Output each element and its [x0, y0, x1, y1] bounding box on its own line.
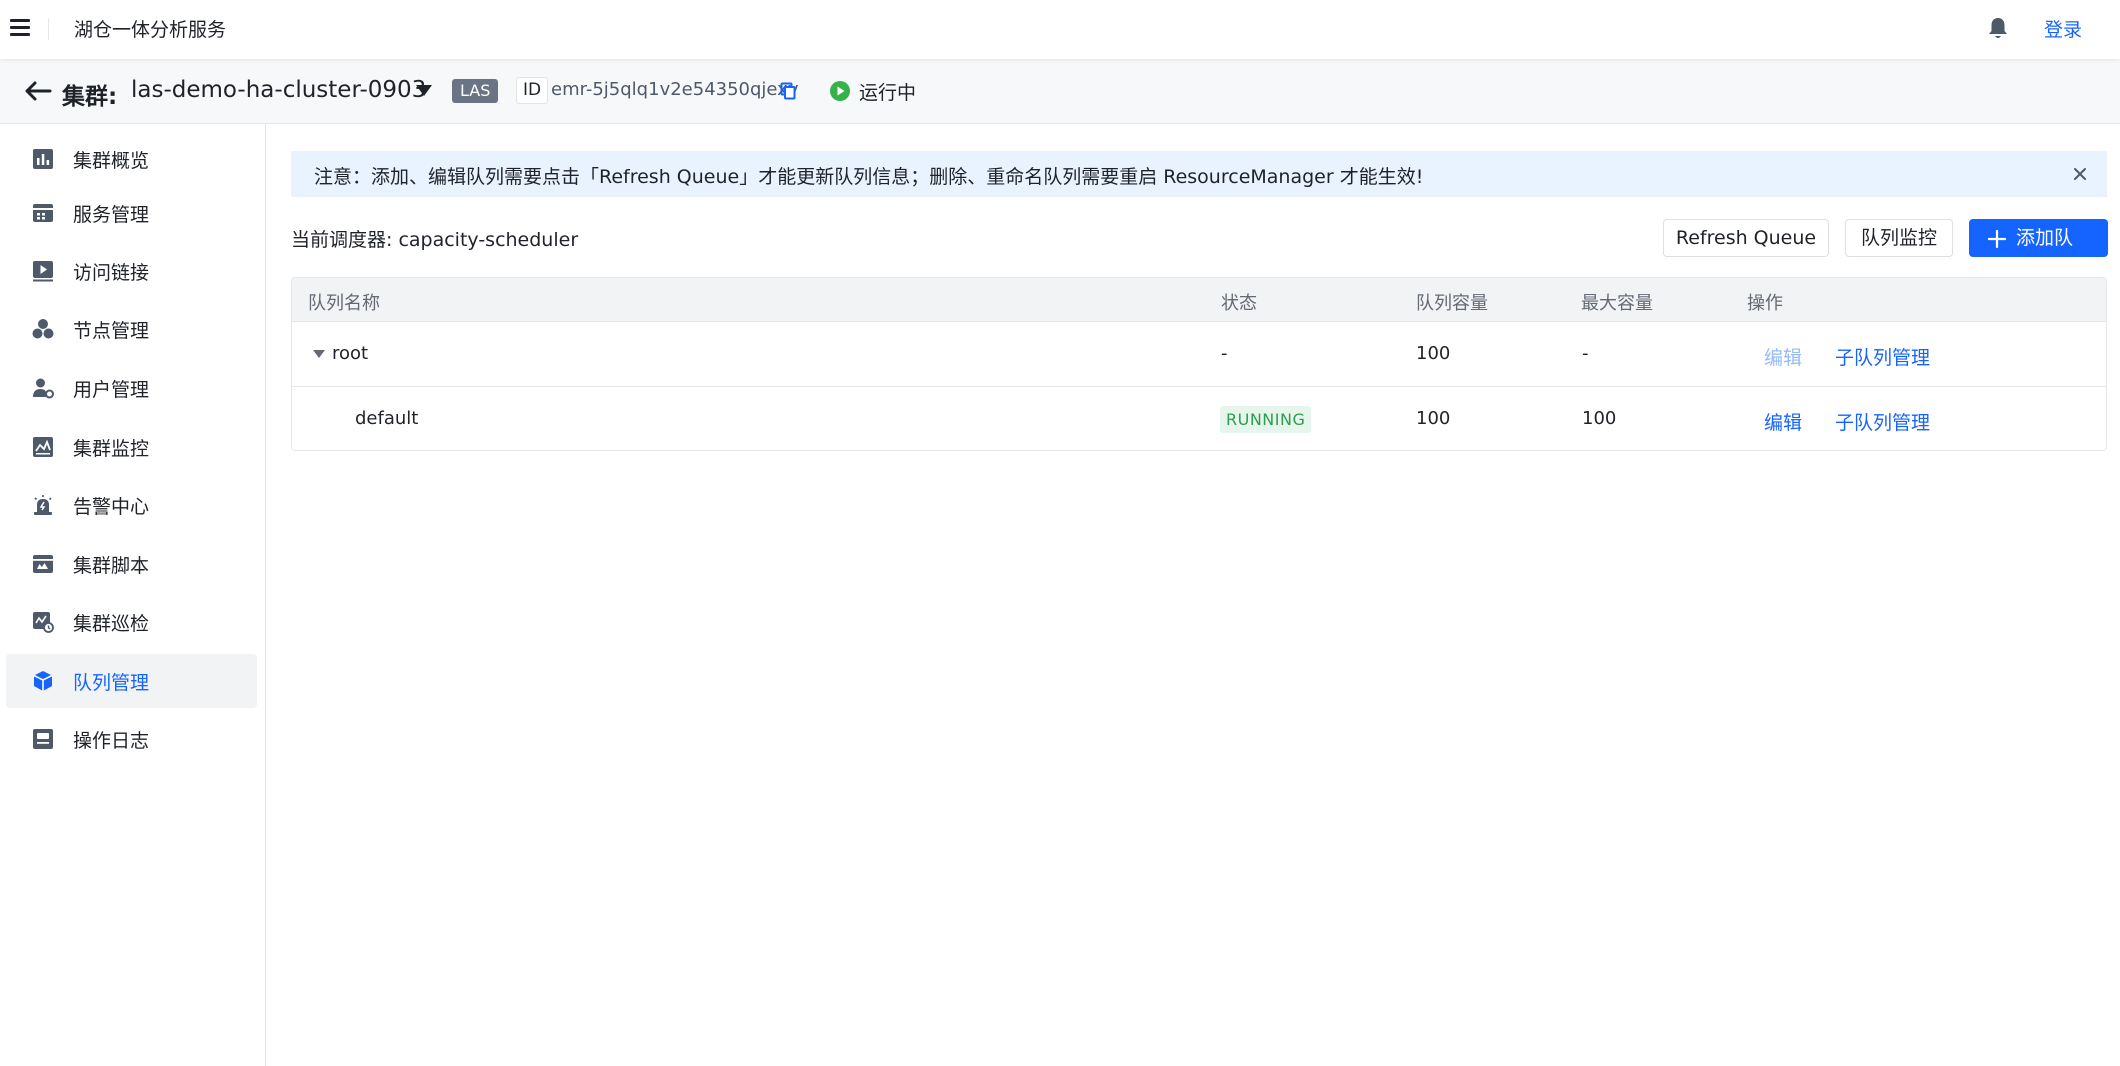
notice-text: 注意：添加、编辑队列需要点击「Refresh Queue」才能更新队列信息；删除… — [314, 166, 1424, 188]
cluster-id: emr-5j5qlq1v2e54350qjexv — [551, 79, 799, 100]
sidebar-item-operation-log[interactable]: 操作日志 — [6, 712, 257, 766]
bell-icon[interactable] — [1987, 16, 2009, 40]
sidebar-item-services[interactable]: 服务管理 — [6, 186, 257, 240]
cluster-dropdown-icon[interactable] — [416, 85, 432, 96]
edit-link: 编辑 — [1764, 347, 1803, 369]
script-icon — [33, 555, 53, 573]
user-gear-icon — [33, 378, 54, 399]
subqueue-manage-link[interactable]: 子队列管理 — [1835, 408, 1930, 435]
sidebar-item-label: 集群脚本 — [73, 555, 150, 577]
table-header: 队列名称 状态 队列容量 最大容量 操作 — [292, 278, 2106, 322]
cluster-status: 运行中 — [859, 82, 917, 104]
status-badge: RUNNING — [1220, 406, 1312, 433]
service-grid-icon — [33, 204, 53, 222]
sidebar-item-scripts[interactable]: 集群脚本 — [6, 537, 257, 591]
top-bar: 湖仓一体分析服务 登录 — [0, 0, 2120, 59]
queue-table: 队列名称 状态 队列容量 最大容量 操作 root - 100 - 编辑 子队列… — [291, 277, 2107, 451]
column-header-capacity: 队列容量 — [1416, 293, 1488, 314]
cluster-label: 集群: — [62, 84, 118, 110]
edit-link[interactable]: 编辑 — [1764, 408, 1802, 435]
bar-chart-icon — [33, 149, 53, 169]
log-icon — [33, 729, 53, 749]
sidebar-item-label: 集群概览 — [73, 150, 150, 172]
login-link[interactable]: 登录 — [2044, 15, 2082, 42]
queue-capacity: 100 — [1416, 343, 1451, 364]
app-title: 湖仓一体分析服务 — [74, 19, 227, 41]
divider — [48, 18, 49, 40]
sidebar-item-access-links[interactable]: 访问链接 — [6, 244, 257, 298]
table-row: default RUNNING 100 100 编辑 子队列管理 — [292, 387, 2106, 450]
column-header-actions: 操作 — [1747, 293, 1783, 314]
queue-name: root — [332, 343, 369, 364]
nodes-icon — [32, 319, 54, 339]
sidebar-item-label: 节点管理 — [73, 320, 150, 342]
sidebar-item-label: 用户管理 — [73, 379, 150, 401]
monitor-chart-icon — [33, 437, 53, 457]
cluster-name: las-demo-ha-cluster-0903 — [131, 77, 427, 103]
sidebar-item-label: 集群巡检 — [73, 613, 150, 635]
menu-icon[interactable] — [10, 19, 30, 36]
plus-icon — [1988, 230, 2006, 248]
sidebar: 集群概览 服务管理 访问链接 节点管理 用户管理 集群监控 告警中心 集群脚本 … — [0, 124, 266, 1066]
close-icon[interactable] — [2071, 165, 2089, 183]
sidebar-item-users[interactable]: 用户管理 — [6, 361, 257, 415]
id-label: ID — [516, 77, 549, 104]
sidebar-item-nodes[interactable]: 节点管理 — [6, 302, 257, 356]
inspection-icon — [33, 612, 54, 633]
sidebar-item-inspection[interactable]: 集群巡检 — [6, 595, 257, 649]
queue-monitor-button[interactable]: 队列监控 — [1845, 219, 1953, 257]
queue-status: - — [1221, 343, 1228, 364]
sidebar-item-label: 队列管理 — [73, 672, 150, 694]
running-status-icon — [830, 81, 850, 101]
table-row: root - 100 - 编辑 子队列管理 — [292, 322, 2106, 387]
play-link-icon — [33, 261, 53, 282]
cluster-type-badge: LAS — [452, 79, 499, 103]
sidebar-item-monitoring[interactable]: 集群监控 — [6, 420, 257, 474]
cube-icon — [33, 671, 53, 691]
queue-capacity: 100 — [1416, 408, 1451, 429]
queue-max-capacity: - — [1582, 343, 1589, 364]
sidebar-item-label: 集群监控 — [73, 438, 150, 460]
sidebar-item-label: 访问链接 — [73, 262, 150, 284]
sidebar-item-label: 服务管理 — [73, 204, 150, 226]
cluster-header: 集群: las-demo-ha-cluster-0903 LAS ID emr-… — [0, 59, 2120, 124]
sidebar-item-label: 操作日志 — [73, 730, 150, 752]
column-header-name: 队列名称 — [308, 293, 380, 314]
queue-max-capacity: 100 — [1582, 408, 1617, 429]
copy-icon[interactable] — [780, 82, 796, 100]
sidebar-item-overview[interactable]: 集群概览 — [6, 132, 257, 186]
subqueue-manage-link[interactable]: 子队列管理 — [1835, 343, 1930, 370]
collapse-toggle-icon[interactable] — [313, 350, 325, 358]
column-header-max-capacity: 最大容量 — [1581, 293, 1653, 314]
sidebar-item-queues[interactable]: 队列管理 — [6, 654, 257, 708]
scheduler-info: 当前调度器: capacity-scheduler — [291, 229, 579, 251]
sidebar-item-alerts[interactable]: 告警中心 — [6, 478, 257, 532]
add-queue-button[interactable]: 添加队列 — [1969, 219, 2108, 285]
alarm-icon — [34, 495, 52, 515]
notice-banner: 注意：添加、编辑队列需要点击「Refresh Queue」才能更新队列信息；删除… — [291, 151, 2107, 197]
queue-name: default — [355, 408, 419, 429]
sidebar-item-label: 告警中心 — [73, 496, 150, 518]
back-arrow-icon[interactable] — [24, 79, 52, 103]
column-header-status: 状态 — [1221, 293, 1257, 314]
refresh-queue-button[interactable]: Refresh Queue — [1663, 219, 1829, 257]
